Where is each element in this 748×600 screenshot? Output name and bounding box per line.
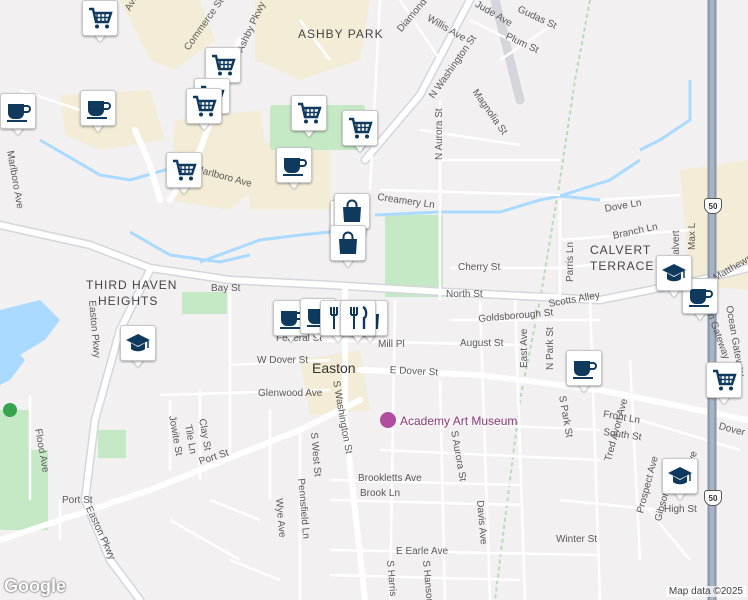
- graduation-cap-marker[interactable]: [656, 255, 692, 299]
- us-route-50-shield: 50: [704, 198, 722, 214]
- street-label: N Aurora St: [434, 108, 445, 160]
- street-label: W Dover St: [257, 355, 309, 366]
- shopping-cart-marker[interactable]: [706, 362, 742, 406]
- street-label: Port St: [62, 495, 93, 506]
- coffee-cup-icon: [276, 147, 312, 183]
- fork-knife-icon: [340, 300, 376, 336]
- shopping-cart-marker[interactable]: [82, 0, 118, 44]
- area-label-calvert: CALVERT: [590, 243, 652, 257]
- poi-label-academy-art-museum[interactable]: Academy Art Museum: [400, 415, 517, 427]
- coffee-cup-icon: [80, 90, 116, 126]
- map-canvas[interactable]: ASHBY PARK CALVERT TERRACE THIRD HAVEN H…: [0, 0, 748, 600]
- graduation-cap-marker[interactable]: [120, 325, 156, 369]
- area-label-heights: HEIGHTS: [98, 294, 159, 308]
- shopping-cart-marker[interactable]: [186, 88, 222, 132]
- museum-icon[interactable]: [380, 412, 396, 428]
- google-logo: Google: [4, 576, 66, 596]
- street-label: N Park St: [545, 327, 556, 370]
- map-data-attribution[interactable]: Map data ©2025: [665, 586, 746, 597]
- water-bodies: [0, 300, 60, 385]
- shopping-cart-icon: [291, 95, 327, 131]
- coffee-cup-marker[interactable]: [0, 93, 36, 137]
- street-label: E Earle Ave: [396, 546, 449, 557]
- shopping-bag-icon: [334, 193, 370, 229]
- area-label-ashby-park: ASHBY PARK: [298, 27, 384, 41]
- fork-knife-marker[interactable]: [340, 300, 376, 344]
- coffee-cup-icon: [566, 350, 602, 386]
- shopping-cart-marker[interactable]: [342, 110, 378, 154]
- graduation-cap-marker[interactable]: [662, 458, 698, 502]
- street-label: East Ave: [519, 328, 530, 368]
- street-label: Winter St: [556, 534, 598, 545]
- street-label: Bay St: [211, 283, 241, 294]
- shopping-cart-icon: [342, 110, 378, 146]
- shopping-cart-marker[interactable]: [166, 152, 202, 196]
- shopping-cart-icon: [186, 88, 222, 124]
- street-label: Wye Ave: [273, 497, 288, 538]
- graduation-cap-icon: [662, 458, 698, 494]
- town-label-easton: Easton: [312, 360, 356, 376]
- shopping-bag-marker[interactable]: [330, 225, 366, 269]
- urban-areas: [60, 0, 748, 415]
- us-route-50-shield: 50: [704, 490, 722, 506]
- street-label: Max L: [687, 222, 698, 250]
- coffee-cup-marker[interactable]: [276, 147, 312, 191]
- street-label: Glenwood Ave: [258, 388, 323, 399]
- street-label: August St: [460, 338, 504, 349]
- street-label: Brook Ln: [360, 488, 401, 499]
- street-label: Cherry St: [458, 262, 501, 273]
- street-label: North St: [446, 289, 483, 300]
- graduation-cap-icon: [120, 325, 156, 361]
- shopping-cart-icon: [166, 152, 202, 188]
- shopping-cart-icon: [82, 0, 118, 36]
- coffee-cup-marker[interactable]: [566, 350, 602, 394]
- graduation-cap-icon: [656, 255, 692, 291]
- street-label: Brookletts Ave: [358, 473, 422, 484]
- coffee-cup-marker[interactable]: [80, 90, 116, 134]
- street-label: S Harris: [384, 559, 399, 597]
- shopping-bag-icon: [330, 225, 366, 261]
- coffee-cup-icon: [0, 93, 36, 129]
- street-label: High St: [664, 504, 697, 515]
- shopping-cart-marker[interactable]: [291, 95, 327, 139]
- area-label-third-haven: THIRD HAVEN: [86, 278, 178, 292]
- area-label-terrace: TERRACE: [590, 259, 655, 273]
- shopping-cart-icon: [706, 362, 742, 398]
- street-label: Parris Ln: [565, 241, 576, 282]
